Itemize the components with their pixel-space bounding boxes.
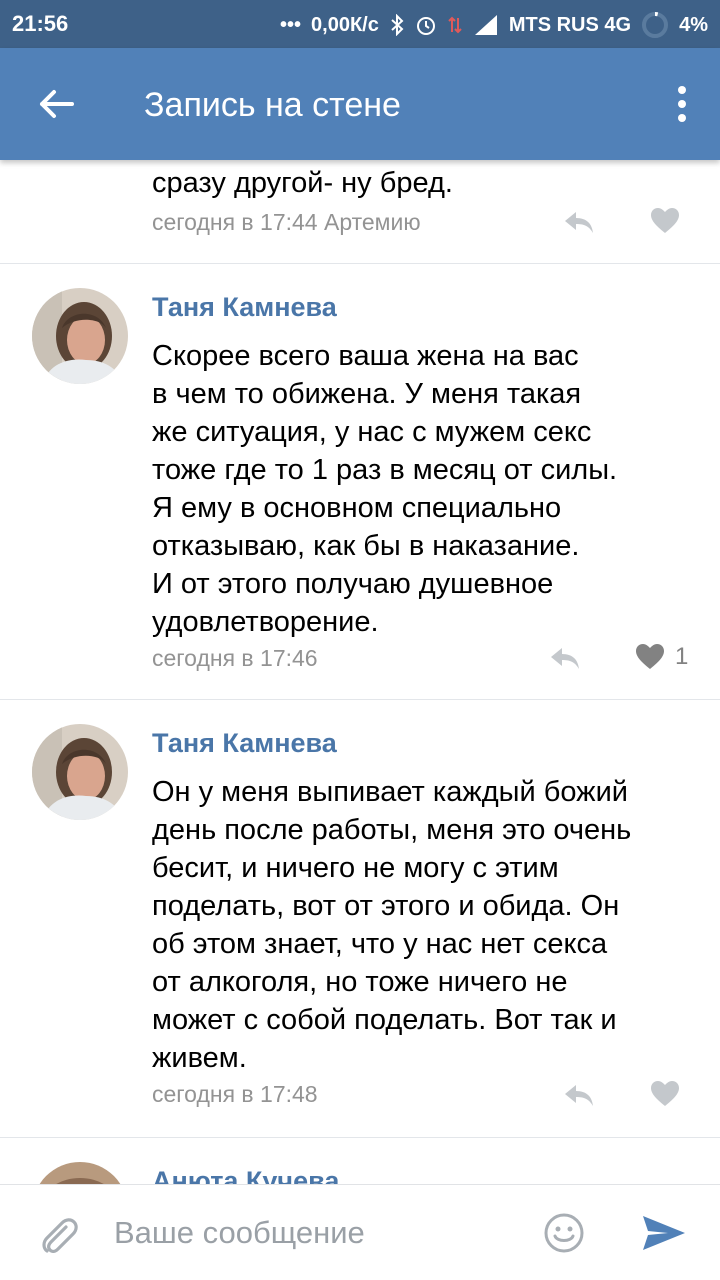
- network-speed: 0,00К/с: [311, 13, 379, 36]
- send-icon[interactable]: [640, 1213, 688, 1253]
- comment-item: Анюта Кучева: [0, 1138, 720, 1184]
- comment-meta: сегодня в 17:46: [152, 645, 318, 671]
- avatar[interactable]: [32, 724, 128, 820]
- comment-item: сразу другой- ну бред. сегодня в 17:44 А…: [0, 160, 720, 264]
- comment-text: Скорее всего ваша жена на вас в чем то о…: [152, 340, 618, 638]
- arrow-back-icon[interactable]: [34, 82, 78, 126]
- emoji-icon[interactable]: [542, 1211, 586, 1255]
- status-dots: •••: [280, 13, 302, 36]
- page-title: Запись на стене: [144, 86, 401, 124]
- carrier-name: MTS RUS 4G: [508, 13, 632, 36]
- status-indicators: ••• 0,00К/с MTS RUS 4G 4%: [280, 11, 708, 39]
- reply-icon[interactable]: [562, 1081, 596, 1109]
- comment-item: Таня Камнева Он у меня выпивает каждый б…: [0, 700, 720, 1138]
- like-count: 1: [675, 643, 689, 670]
- heart-icon: [651, 208, 679, 233]
- like-button[interactable]: [650, 1080, 680, 1108]
- heart-icon: [651, 1081, 679, 1106]
- status-time: 21:56: [12, 11, 69, 36]
- comment-author[interactable]: Анюта Кучева: [152, 1166, 339, 1184]
- comment-author[interactable]: Таня Камнева: [152, 728, 337, 759]
- alarm-icon: [416, 17, 435, 35]
- reply-icon[interactable]: [562, 208, 596, 236]
- data-transfer-icon: [448, 16, 462, 34]
- battery-level: 4%: [679, 13, 708, 36]
- battery-icon: [642, 12, 669, 38]
- comment-item: Таня Камнева Скорее всего ваша жена на в…: [0, 264, 720, 700]
- user-photo: [32, 1162, 128, 1184]
- app-bar: Запись на стене: [0, 48, 720, 160]
- comment-text: сразу другой- ну бред.: [152, 167, 453, 199]
- comment-author[interactable]: Таня Камнева: [152, 292, 337, 323]
- comment-meta: сегодня в 17:44 Артемию: [152, 209, 421, 235]
- heart-icon: [636, 644, 664, 669]
- more-vertical-icon[interactable]: [670, 84, 694, 124]
- paperclip-icon[interactable]: [36, 1213, 80, 1257]
- comments-feed[interactable]: сразу другой- ну бред. сегодня в 17:44 А…: [0, 160, 720, 1184]
- message-composer: [0, 1184, 720, 1280]
- comment-meta: сегодня в 17:48: [152, 1081, 318, 1107]
- like-button[interactable]: [650, 207, 680, 235]
- like-button[interactable]: 1: [635, 643, 688, 671]
- user-photo: [32, 724, 128, 820]
- reply-icon[interactable]: [548, 644, 582, 672]
- avatar[interactable]: [32, 1162, 128, 1184]
- comment-text: Он у меня выпивает каждый божий день пос…: [152, 776, 632, 1074]
- user-photo: [32, 288, 128, 384]
- signal-icon: [474, 15, 497, 35]
- bluetooth-icon: [391, 14, 404, 36]
- message-input[interactable]: [114, 1209, 514, 1257]
- avatar[interactable]: [32, 288, 128, 384]
- status-bar: 21:56 ••• 0,00К/с MTS RUS 4G 4%: [0, 0, 720, 48]
